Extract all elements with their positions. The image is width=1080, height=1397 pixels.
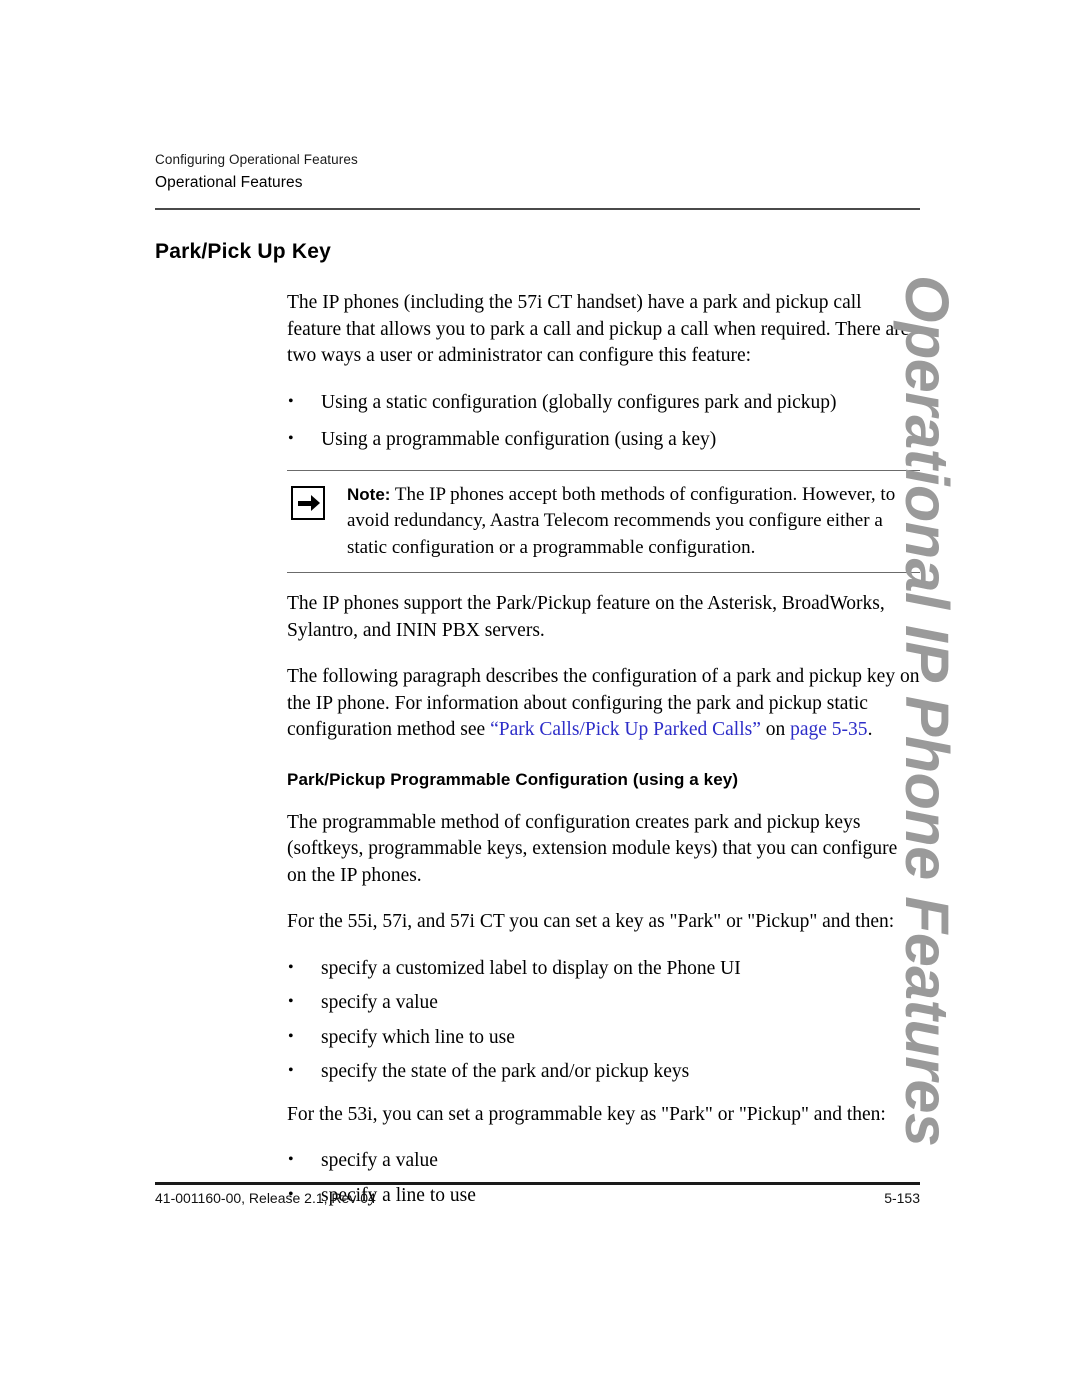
phones-55i-intro: For the 55i, 57i, and 57i CT you can set… <box>287 911 895 932</box>
page-footer: 41-001160-00, Release 2.1, Rev 04 5-153 <box>155 1190 920 1206</box>
note-bottom-divider <box>287 572 920 573</box>
header-chapter-line: Configuring Operational Features <box>155 152 358 167</box>
list-item: specify the state of the park and/or pic… <box>287 1058 920 1086</box>
body-column: The IP phones (including the 57i CT hand… <box>287 290 920 1209</box>
phones-55i-bullet-list: specify a customized label to display on… <box>287 955 920 1086</box>
right-arrow-icon <box>291 485 325 520</box>
note-body: The IP phones accept both methods of con… <box>347 483 896 558</box>
page-xref-link[interactable]: page 5-35 <box>790 719 867 740</box>
note-text: Note: The IP phones accept both methods … <box>347 482 920 562</box>
intro-bullet-list: Using a static configuration (globally c… <box>287 389 920 454</box>
note-callout: Note: The IP phones accept both methods … <box>287 469 920 573</box>
header-section-line: Operational Features <box>155 174 303 191</box>
list-item: specify which line to use <box>287 1024 920 1052</box>
list-item: specify a value <box>287 989 920 1017</box>
list-item: specify a customized label to display on… <box>287 955 920 983</box>
note-label: Note: <box>347 484 391 504</box>
header-divider <box>155 208 920 210</box>
programmable-paragraph: The programmable method of configuration… <box>287 811 898 886</box>
park-calls-xref-link[interactable]: “Park Calls/Pick Up Parked Calls” <box>490 719 761 740</box>
list-item: Using a static configuration (globally c… <box>287 389 920 417</box>
xref-middle-text: on <box>760 719 791 740</box>
footer-document-id: 41-001160-00, Release 2.1, Rev 04 <box>155 1190 376 1206</box>
running-header: Configuring Operational Features Operati… <box>155 150 920 194</box>
footer-page-number: 5-153 <box>884 1190 920 1206</box>
list-item: Using a programmable configuration (usin… <box>287 426 920 454</box>
document-page: Configuring Operational Features Operati… <box>0 0 1080 1397</box>
xref-after-text: . <box>867 719 873 740</box>
support-paragraph: The IP phones support the Park/Pickup fe… <box>287 593 885 641</box>
footer-divider <box>155 1182 920 1185</box>
xref-paragraph: The following paragraph describes the co… <box>287 664 920 744</box>
page-title: Park/Pick Up Key <box>155 240 331 263</box>
intro-paragraph: The IP phones (including the 57i CT hand… <box>287 292 910 366</box>
phones-53i-intro: For the 53i, you can set a programmable … <box>287 1103 886 1125</box>
list-item: specify a value <box>287 1147 920 1175</box>
page-content: Park/Pick Up Key The IP phones (includin… <box>155 240 920 1225</box>
sub-heading: Park/Pickup Programmable Configuration (… <box>287 769 739 789</box>
